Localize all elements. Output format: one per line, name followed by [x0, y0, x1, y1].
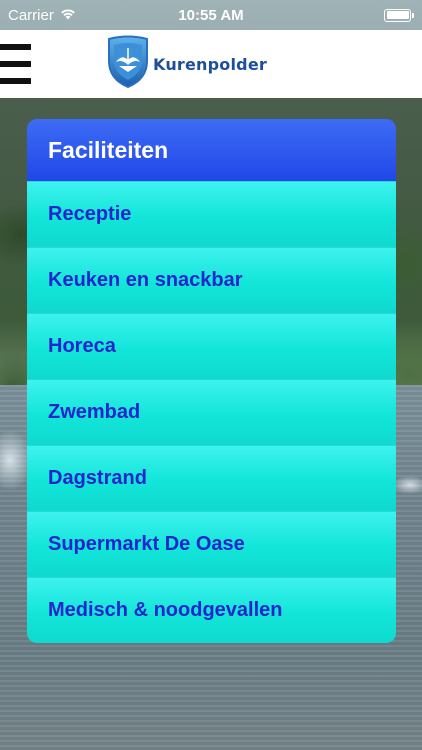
status-left: Carrier	[8, 7, 76, 24]
menu-header: Faciliteiten	[27, 119, 396, 181]
menu-item-keuken-en-snackbar[interactable]: Keuken en snackbar	[27, 247, 396, 313]
logo-shield-icon	[105, 35, 151, 94]
menu-item-label: Horeca	[48, 335, 116, 357]
carrier-label: Carrier	[8, 6, 54, 24]
menu-item-dagstrand[interactable]: Dagstrand	[27, 445, 396, 511]
menu-item-label: Dagstrand	[48, 467, 147, 489]
hamburger-menu-icon[interactable]	[0, 44, 32, 84]
menu-item-zwembad[interactable]: Zwembad	[27, 379, 396, 445]
app-header: Kurenpolder	[0, 30, 422, 98]
menu-item-label: Keuken en snackbar	[48, 269, 243, 291]
app-logo: Kurenpolder	[105, 35, 267, 93]
menu-title: Faciliteiten	[48, 136, 169, 163]
logo-text: Kurenpolder	[153, 54, 267, 74]
battery-icon	[384, 8, 414, 22]
menu-item-receptie[interactable]: Receptie	[27, 181, 396, 247]
wifi-icon	[60, 7, 76, 24]
menu-item-horeca[interactable]: Horeca	[27, 313, 396, 379]
menu-item-label: Supermarkt De Oase	[48, 533, 245, 555]
menu-item-label: Zwembad	[48, 401, 141, 423]
facilities-menu: Faciliteiten Receptie Keuken en snackbar…	[27, 119, 396, 643]
menu-item-label: Receptie	[48, 203, 132, 225]
menu-item-label: Medisch & noodgevallen	[48, 599, 283, 621]
menu-item-medisch-noodgevallen[interactable]: Medisch & noodgevallen	[27, 577, 396, 643]
status-bar: Carrier 10:55 AM	[0, 0, 422, 30]
menu-item-supermarkt-de-oase[interactable]: Supermarkt De Oase	[27, 511, 396, 577]
